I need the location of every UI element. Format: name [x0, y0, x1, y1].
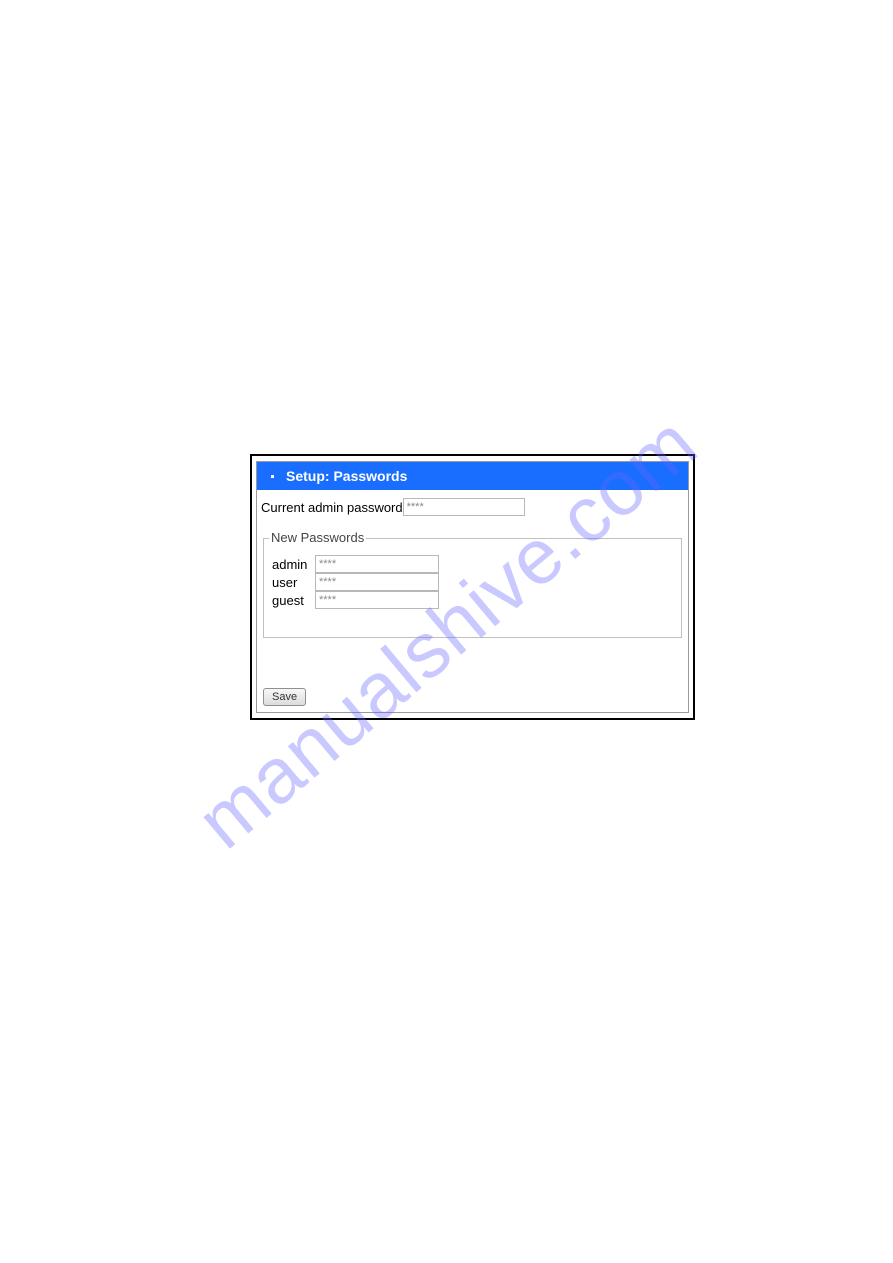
admin-password-row: admin [272, 555, 673, 573]
current-password-input[interactable] [403, 498, 525, 516]
current-password-label: Current admin password [261, 500, 403, 515]
user-label: user [272, 575, 313, 590]
dialog-title: Setup: Passwords [286, 468, 407, 484]
user-password-row: user [272, 573, 673, 591]
new-passwords-fieldset: New Passwords admin user guest [263, 538, 682, 638]
dialog-content: Current admin password New Passwords adm… [257, 490, 688, 642]
user-password-input[interactable] [315, 573, 439, 591]
admin-label: admin [272, 557, 313, 572]
guest-password-row: guest [272, 591, 673, 609]
admin-password-input[interactable] [315, 555, 439, 573]
guest-label: guest [272, 593, 313, 608]
dialog-outer-frame: Setup: Passwords Current admin password … [250, 454, 695, 720]
dialog-header: Setup: Passwords [257, 462, 688, 490]
fieldset-legend: New Passwords [269, 530, 366, 545]
save-button[interactable]: Save [263, 688, 306, 706]
bullet-icon [271, 475, 274, 478]
current-password-row: Current admin password [261, 498, 684, 516]
dialog-inner-frame: Setup: Passwords Current admin password … [256, 461, 689, 713]
guest-password-input[interactable] [315, 591, 439, 609]
